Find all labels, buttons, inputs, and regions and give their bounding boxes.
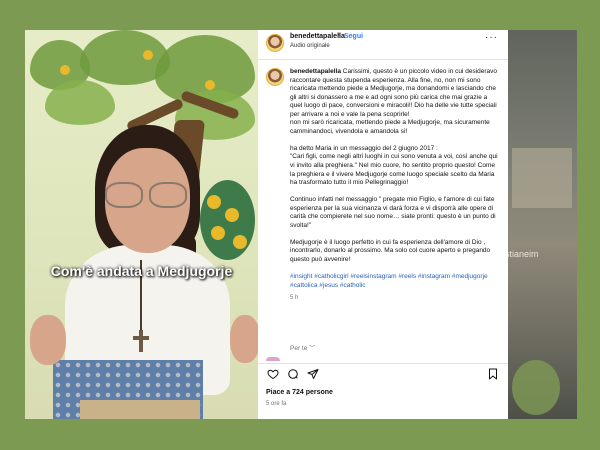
comments-filter[interactable]: Per te ﹀ [290, 343, 315, 352]
flower [143, 50, 153, 60]
caption-paragraph-1: Carissimi, questo è un piccolo video in … [290, 68, 498, 135]
action-bar [258, 367, 508, 385]
person-right-hand [230, 315, 258, 363]
heart-icon[interactable] [264, 367, 282, 385]
hashtags[interactable]: #insight #catholicgirl #reelsinstagram #… [290, 273, 500, 290]
flower [205, 80, 215, 90]
caption-paragraph-2: ha detto Maria in un messaggio del 2 giu… [290, 144, 498, 187]
comments-filter-label: Per te [290, 345, 308, 352]
post-details-panel: benedettapalella • Segui Audio originale… [258, 30, 508, 419]
caption-paragraph-4: Medjugorje è il luogo perfetto in cui fa… [290, 238, 491, 264]
author-username[interactable]: benedettapalella [290, 33, 345, 40]
flower [225, 208, 239, 222]
glasses [105, 182, 187, 208]
caption-author-avatar[interactable] [266, 68, 284, 86]
header-divider [258, 59, 508, 60]
caption-text: benedettapalella Carissimi, questo è un … [290, 68, 500, 303]
separator-dot: • [338, 32, 341, 39]
likes-count[interactable]: Piace a 724 persone [266, 389, 333, 396]
share-icon[interactable] [304, 367, 322, 385]
background-wreath [512, 360, 560, 415]
video-caption-overlay: Com'è andata a Medjugorje [50, 263, 233, 279]
books [80, 400, 200, 419]
caption-paragraph-3: Continuo infatti nel messaggio " pregate… [290, 196, 496, 229]
flower [207, 195, 221, 209]
comment-icon[interactable] [284, 367, 302, 385]
post-header: benedettapalella • Segui Audio originale… [258, 30, 508, 55]
bookmark-icon[interactable] [484, 367, 502, 385]
caption-timestamp: 5 h [290, 295, 299, 302]
author-avatar[interactable] [266, 34, 284, 52]
tree-foliage [45, 80, 115, 125]
person-left-hand [30, 315, 66, 365]
caption-author[interactable]: benedettapalella [290, 68, 341, 75]
follow-button[interactable]: Segui [344, 33, 363, 40]
flower [211, 226, 225, 240]
comment-avatar [266, 357, 280, 361]
post-time-ago: 5 ore fa [266, 401, 287, 407]
reel-video[interactable]: Com'è andata a Medjugorje [25, 30, 258, 419]
more-options-icon[interactable]: ··· [485, 32, 498, 43]
background-feed-preview: ristianeim [500, 30, 577, 419]
audio-label[interactable]: Audio originale [290, 43, 330, 49]
flower [60, 65, 70, 75]
actions-divider [258, 363, 508, 364]
flower [233, 235, 247, 249]
chevron-down-icon: ﹀ [309, 346, 316, 352]
cross-pendant-icon [133, 330, 149, 352]
background-shelf [512, 148, 572, 208]
